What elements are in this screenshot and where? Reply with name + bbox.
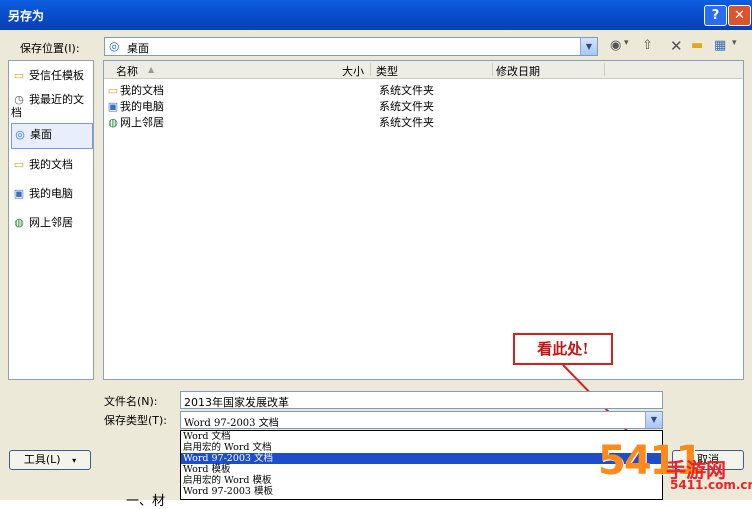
chevron-down-icon[interactable]: ▼ bbox=[645, 412, 662, 428]
list-item[interactable]: 启用宏的 Word 文档 bbox=[181, 442, 662, 453]
list-item-selected[interactable]: Word 97-2003 文档 bbox=[181, 453, 662, 464]
list-item[interactable]: 启用宏的 Word 模板 bbox=[181, 475, 662, 486]
filename-field[interactable]: 2013年国家发展改革 bbox=[180, 391, 663, 409]
filetype-dropdown-list: Word 文档 启用宏的 Word 文档 Word 97-2003 文档 Wor… bbox=[180, 430, 663, 500]
list-item[interactable]: Word 模板 bbox=[181, 464, 662, 475]
list-item[interactable]: Word 97-2003 模板 bbox=[181, 486, 662, 497]
list-item[interactable]: Word 文档 bbox=[181, 431, 662, 442]
chevron-down-icon: ▾ bbox=[72, 456, 77, 465]
filetype-label: 保存类型(T): bbox=[104, 414, 168, 427]
filename-label: 文件名(N): bbox=[104, 395, 158, 408]
filetype-select[interactable]: Word 97-2003 文档 ▼ bbox=[180, 411, 663, 429]
tools-button[interactable]: 工具(L) ▾ bbox=[9, 450, 91, 470]
watermark-logo: 5411 手游网 5411.com.cn bbox=[598, 438, 752, 492]
